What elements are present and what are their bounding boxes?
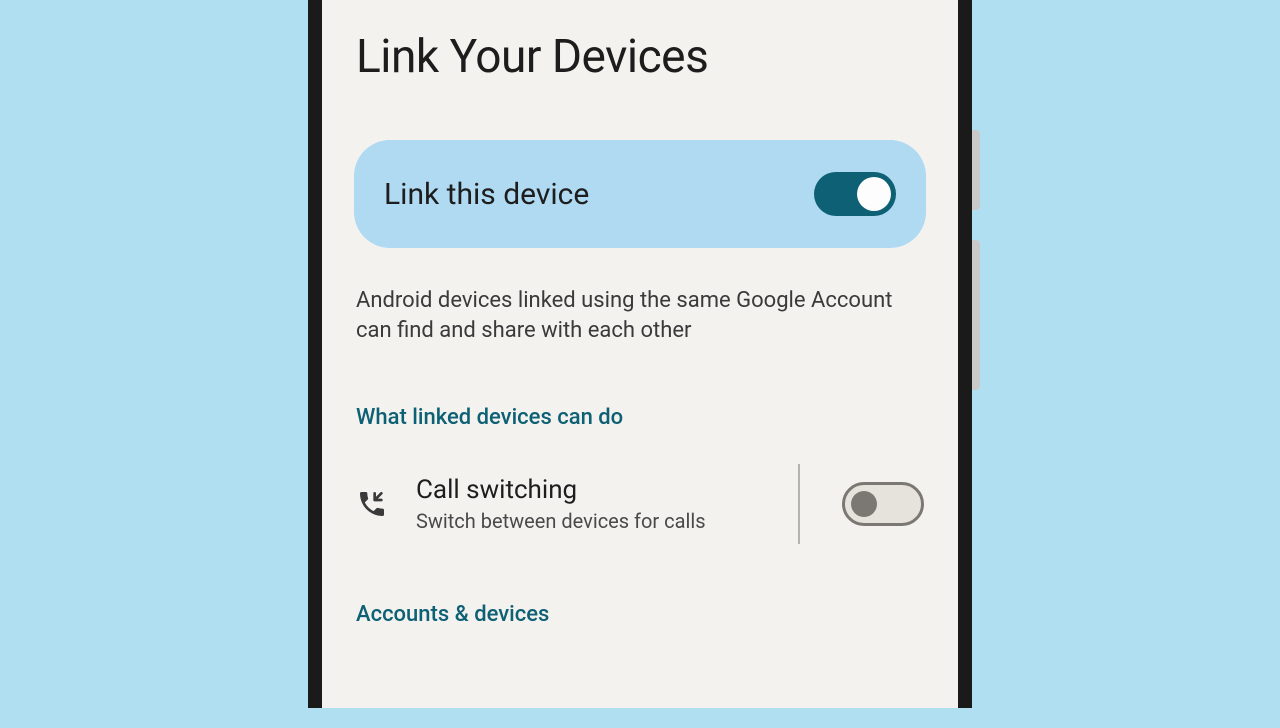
toggle-thumb <box>851 491 877 517</box>
volume-button <box>972 240 980 390</box>
call-switching-title: Call switching <box>416 475 762 505</box>
features-section-header: What linked devices can do <box>354 405 926 430</box>
call-switching-subtitle: Switch between devices for calls <box>416 509 762 533</box>
link-device-label: Link this device <box>384 177 589 212</box>
call-switching-row[interactable]: Call switching Switch between devices fo… <box>354 454 926 554</box>
phone-screen: Link Your Devices Link this device Andro… <box>322 0 958 708</box>
call-switching-text: Call switching Switch between devices fo… <box>416 475 762 533</box>
link-description: Android devices linked using the same Go… <box>354 286 926 345</box>
row-divider <box>798 464 800 544</box>
call-switching-toggle[interactable] <box>842 482 924 526</box>
phone-side-buttons <box>972 130 980 420</box>
phone-frame: Link Your Devices Link this device Andro… <box>308 0 972 708</box>
page-title: Link Your Devices <box>356 30 926 84</box>
accounts-section-header: Accounts & devices <box>354 602 926 627</box>
toggle-thumb <box>857 177 891 211</box>
power-button <box>972 130 980 210</box>
link-device-card[interactable]: Link this device <box>354 140 926 248</box>
link-device-toggle[interactable] <box>814 172 896 216</box>
phone-incoming-icon <box>356 488 388 520</box>
